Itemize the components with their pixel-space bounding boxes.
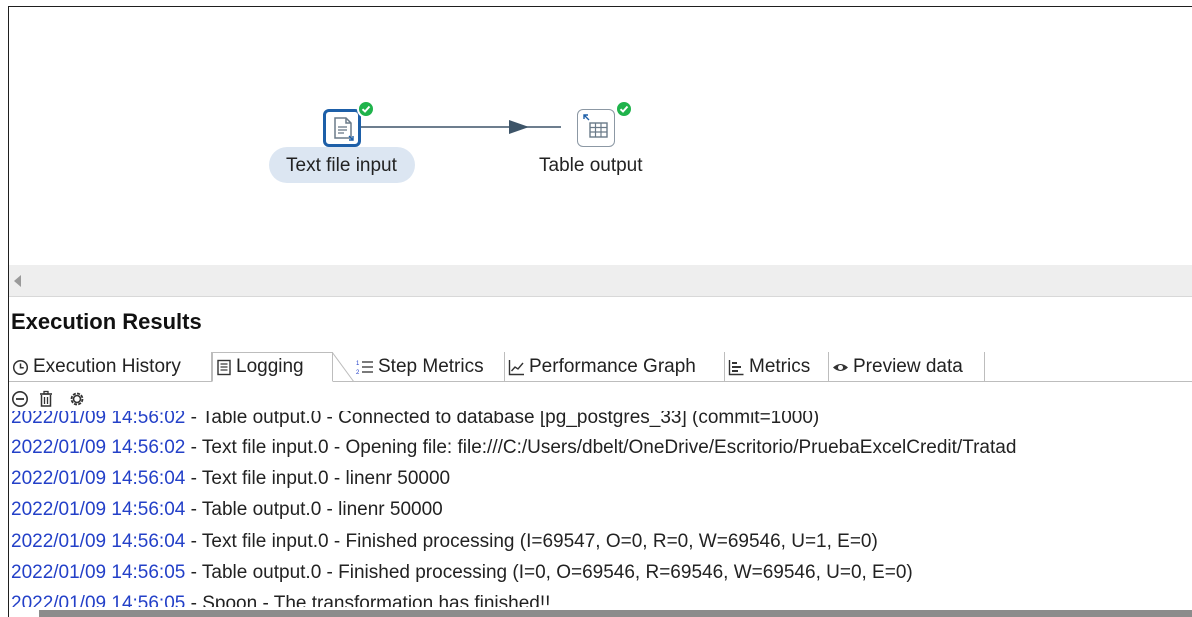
log-message: - Text file input.0 - Finished processin… — [185, 531, 878, 552]
log-message: - Table output.0 - Finished processing (… — [185, 562, 913, 583]
log-timestamp: 2022/01/09 14:56:02 — [11, 411, 186, 428]
log-line: 2022/01/09 14:56:04 - Text file input.0 … — [11, 468, 450, 490]
logging-icon — [217, 359, 231, 375]
log-horizontal-scrollbar[interactable] — [39, 610, 1192, 617]
results-tab-bar: Execution History Logging 1 2 Step Metri… — [9, 348, 1192, 382]
log-line: 2022/01/09 14:56:04 - Table output.0 - l… — [11, 499, 443, 521]
preview-eye-icon — [833, 363, 848, 371]
log-message: - Table output.0 - linenr 50000 — [185, 499, 443, 520]
metrics-icon — [728, 359, 744, 375]
settings-gear-icon[interactable] — [67, 390, 87, 408]
log-timestamp: 2022/01/09 14:56:04 — [11, 468, 186, 489]
tab-label: Logging — [236, 356, 304, 377]
log-timestamp: 2022/01/09 14:56:02 — [11, 437, 186, 458]
tab-logging[interactable]: Logging — [212, 352, 333, 382]
log-timestamp: 2022/01/09 14:56:04 — [11, 499, 186, 520]
log-line: 2022/01/09 14:56:04 - Text file input.0 … — [11, 531, 878, 553]
table-output-icon[interactable] — [577, 109, 615, 147]
svg-text:2: 2 — [356, 370, 360, 376]
success-check-icon — [615, 100, 633, 118]
tab-metrics[interactable]: Metrics — [725, 352, 829, 382]
step-table-output[interactable]: Table output — [525, 97, 675, 187]
log-message: - Spoon - The transformation has finishe… — [185, 593, 551, 607]
log-line: 2022/01/09 14:56:02 - Text file input.0 … — [11, 437, 1016, 459]
trash-icon[interactable] — [37, 390, 55, 408]
log-output[interactable]: 2022/01/09 14:56:02 - Table output.0 - C… — [9, 411, 1192, 607]
log-message: - Text file input.0 - Opening file: file… — [185, 437, 1017, 458]
svg-text:1: 1 — [356, 361, 360, 367]
step-text-file-input[interactable]: Text file input — [267, 97, 417, 187]
log-timestamp: 2022/01/09 14:56:05 — [11, 562, 186, 583]
tab-label: Performance Graph — [529, 356, 696, 377]
tab-label: Preview data — [853, 356, 963, 377]
log-message: - Text file input.0 - linenr 50000 — [185, 468, 451, 489]
text-file-input-icon[interactable] — [323, 109, 361, 147]
success-check-icon — [357, 100, 375, 118]
log-timestamp: 2022/01/09 14:56:05 — [11, 593, 186, 607]
tab-label: Execution History — [33, 356, 181, 377]
spoon-window: Text file input Table output Execution R… — [8, 6, 1192, 617]
step-metrics-icon: 1 2 — [356, 361, 373, 376]
log-timestamp: 2022/01/09 14:56:04 — [11, 531, 186, 552]
tab-label: Metrics — [749, 356, 811, 377]
tab-performance-graph[interactable]: Performance Graph — [505, 352, 725, 382]
tab-label: Step Metrics — [378, 356, 484, 377]
log-message: - Table output.0 - Connected to database… — [185, 411, 820, 428]
log-line: 2022/01/09 14:56:05 - Spoon - The transf… — [11, 593, 550, 607]
step-label: Text file input — [286, 155, 397, 176]
tab-preview-data[interactable]: Preview data — [829, 352, 985, 382]
stop-icon[interactable] — [11, 390, 29, 408]
tab-step-metrics[interactable]: 1 2 Step Metrics — [353, 352, 505, 382]
history-icon — [12, 359, 29, 375]
performance-graph-icon — [508, 359, 524, 375]
execution-results-title: Execution Results — [11, 309, 202, 334]
log-line: 2022/01/09 14:56:02 - Table output.0 - C… — [11, 411, 819, 429]
scroll-left-arrow-icon[interactable] — [13, 274, 23, 288]
transformation-canvas[interactable]: Text file input Table output — [9, 7, 1192, 265]
canvas-horizontal-scrollbar[interactable] — [9, 265, 1192, 297]
log-line: 2022/01/09 14:56:05 - Table output.0 - F… — [11, 562, 913, 584]
log-toolbar — [11, 387, 87, 411]
tab-execution-history[interactable]: Execution History — [9, 352, 212, 382]
step-label: Table output — [539, 155, 643, 176]
